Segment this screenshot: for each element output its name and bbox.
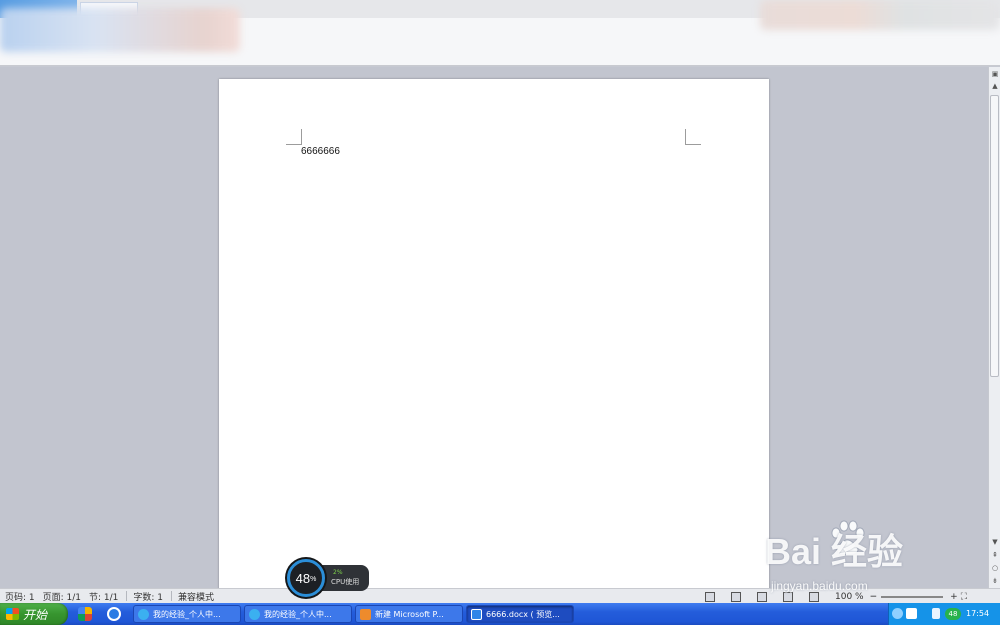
scrollbar-thumb[interactable] (990, 95, 999, 377)
start-label: 开始 (23, 607, 48, 622)
document-canvas[interactable]: 6666666 (0, 67, 988, 588)
split-view-icon[interactable]: ▣ (990, 69, 1000, 79)
cpu-percent-value: 48 (295, 570, 311, 586)
cpu-small-percent: 2% (333, 569, 343, 576)
taskbar-item-presentation[interactable]: 新建 Microsoft P... (355, 605, 463, 623)
ie-browser-icon (138, 608, 149, 620)
view-controls: 100 % − + ⛶ (705, 590, 967, 603)
quick-launch-browser-icon[interactable] (107, 607, 121, 621)
status-divider (126, 591, 128, 601)
task-label: 我的经验_个人中... (153, 609, 221, 619)
outline-view-icon[interactable] (757, 591, 767, 602)
presentation-app-icon (360, 608, 371, 620)
status-word-count[interactable]: 字数: 1 (133, 590, 163, 603)
tray-cpu-badge[interactable]: 48 (945, 608, 961, 620)
page-view-icon[interactable] (731, 591, 741, 602)
task-label: 我的经验_个人中... (264, 609, 332, 619)
ribbon-toolbar (0, 0, 1000, 66)
start-button[interactable]: 开始 (0, 603, 68, 625)
margin-corner-top-right (685, 129, 701, 145)
next-page-icon[interactable]: ⇟ (990, 576, 1000, 586)
reading-view-icon[interactable] (809, 591, 819, 602)
cpu-usage-ring[interactable]: 48% (287, 559, 325, 597)
taskbar-item-document[interactable]: 6666.docx ( 预览... (466, 605, 574, 623)
ie-browser-icon (249, 608, 260, 620)
quick-launch-app-icon[interactable] (78, 607, 92, 621)
fit-window-icon[interactable]: ⛶ (961, 592, 967, 602)
cpu-usage-label: CPU使用 (331, 578, 360, 586)
clock[interactable]: 17:54 (966, 609, 989, 618)
status-divider (171, 591, 173, 601)
taskbar: 开始 我的经验_个人中... 我的经验_个人中... 新建 Microsoft … (0, 603, 1000, 625)
task-label: 新建 Microsoft P... (375, 609, 444, 619)
document-body-text[interactable]: 6666666 (301, 146, 340, 157)
zoom-level[interactable]: 100 % (835, 592, 864, 602)
document-page[interactable]: 6666666 (219, 79, 769, 588)
zoom-in-icon[interactable]: + (950, 592, 958, 602)
ribbon-blur-left (0, 8, 240, 52)
web-view-icon[interactable] (783, 591, 793, 602)
scroll-down-icon[interactable]: ▼ (990, 537, 1000, 547)
cpu-monitor-widget[interactable]: 48% 2% CPU使用 (287, 559, 369, 597)
margin-corner-top-left (286, 129, 302, 145)
vertical-scrollbar[interactable]: ▣ ▲ ▼ ⇞ ○ ⇟ (988, 67, 1000, 588)
task-label: 6666.docx ( 预览... (486, 609, 560, 619)
taskbar-item-browser-2[interactable]: 我的经验_个人中... (244, 605, 352, 623)
scroll-up-icon[interactable]: ▲ (990, 81, 1000, 91)
status-page-number: 页码: 1 (5, 592, 35, 603)
cpu-percent-unit: % (310, 576, 317, 583)
ribbon-blur-right (760, 0, 1000, 30)
writer-app-icon (471, 608, 482, 620)
zoom-slider[interactable] (881, 595, 944, 598)
status-section: 节: 1/1 (89, 592, 119, 603)
full-screen-view-icon[interactable] (705, 591, 715, 602)
windows-flag-icon (6, 608, 19, 620)
zoom-out-icon[interactable]: − (870, 592, 878, 602)
select-browse-object-icon[interactable]: ○ (990, 563, 1000, 573)
status-page-count: 页面: 1/1 (42, 592, 82, 603)
security-icon[interactable] (906, 608, 917, 619)
network-icon[interactable] (892, 608, 903, 619)
thermometer-icon[interactable] (932, 608, 940, 619)
status-bar: 页码: 1 页面: 1/1 节: 1/1 字数: 1 兼容模式 100 % − … (0, 588, 1000, 603)
taskbar-item-browser-1[interactable]: 我的经验_个人中... (133, 605, 241, 623)
prev-page-icon[interactable]: ⇞ (990, 550, 1000, 560)
status-compat-mode: 兼容模式 (178, 592, 215, 603)
